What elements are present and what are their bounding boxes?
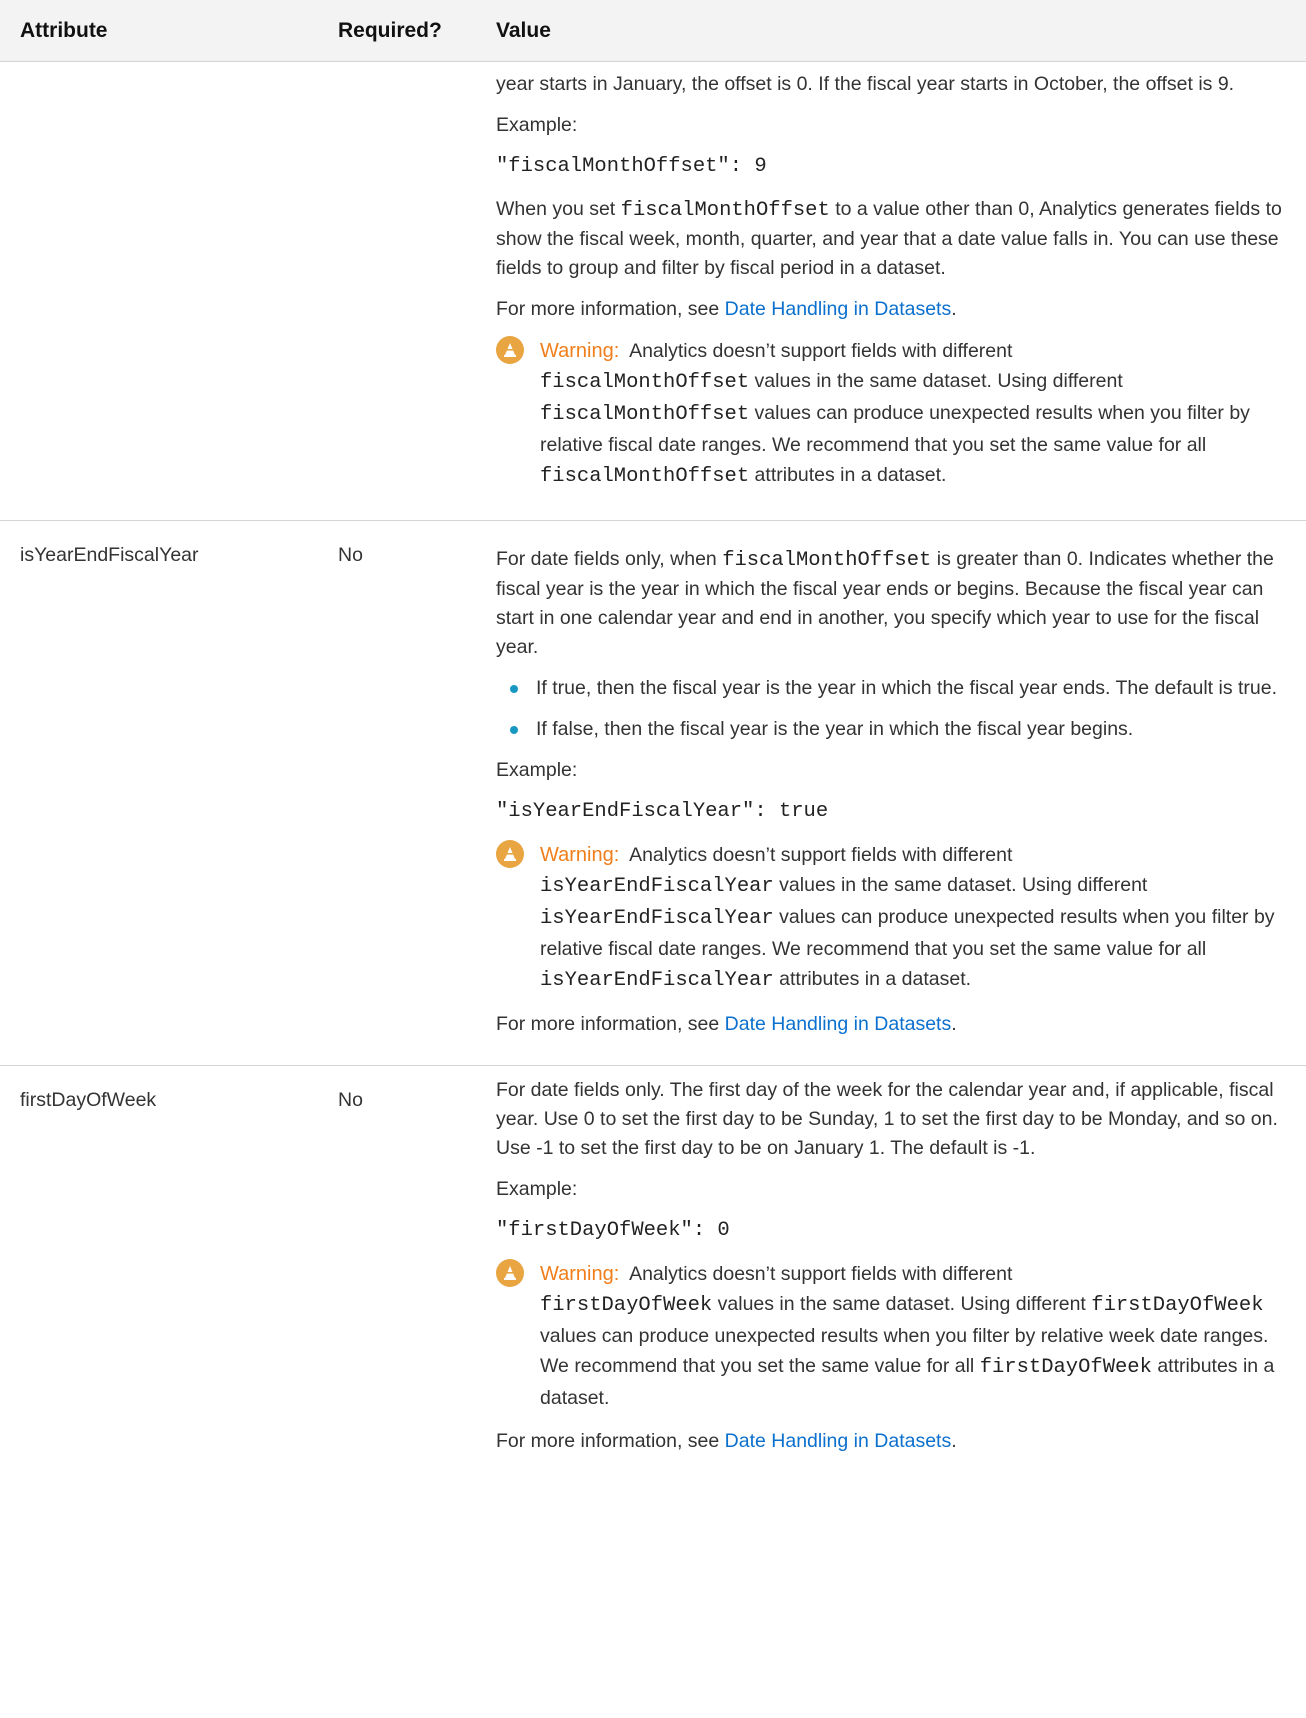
table-row: isYearEndFiscalYear No For date fields o… bbox=[0, 520, 1306, 1066]
bullet-dot-icon bbox=[510, 685, 518, 693]
date-handling-link[interactable]: Date Handling in Datasets bbox=[725, 298, 952, 320]
code-example: "isYearEndFiscalYear": true bbox=[496, 800, 829, 823]
warning-text: attributes in a dataset. bbox=[749, 464, 947, 486]
text: . bbox=[951, 1013, 957, 1035]
text: . bbox=[951, 1430, 957, 1452]
inline-code: fiscalMonthOffset bbox=[540, 371, 750, 394]
text: . bbox=[951, 298, 957, 320]
warning-cone-icon bbox=[496, 840, 524, 868]
table-header-row: Attribute Required? Value bbox=[0, 0, 1306, 62]
attribute-name: isYearEndFiscalYear bbox=[0, 520, 338, 1066]
example-label: Example: bbox=[496, 1178, 578, 1200]
value-cell: For date fields only, when fiscalMonthOf… bbox=[485, 520, 1306, 1066]
warning-text: values in the same dataset. Using differ… bbox=[712, 1293, 1086, 1315]
warning-label: Warning: bbox=[540, 1263, 620, 1285]
description: For date fields only, when fiscalMonthOf… bbox=[496, 545, 1288, 662]
text: For more information, see bbox=[496, 298, 725, 320]
list-item: If true, then the fiscal year is the yea… bbox=[496, 674, 1288, 703]
warning-text: attributes in a dataset. bbox=[773, 968, 972, 990]
code-example: "fiscalMonthOffset": 9 bbox=[496, 155, 767, 178]
warning-text: Analytics doesn’t support fields with di… bbox=[629, 340, 1013, 362]
attribute-name: firstDayOfWeek bbox=[20, 1089, 157, 1111]
inline-code: firstDayOfWeek bbox=[979, 1356, 1152, 1379]
warning-text: values in the same dataset. Using differ… bbox=[773, 874, 1148, 896]
inline-code: isYearEndFiscalYear bbox=[540, 969, 774, 992]
attribute-table: Attribute Required? Value year starts in… bbox=[0, 0, 1306, 1482]
date-handling-link[interactable]: Date Handling in Datasets bbox=[725, 1430, 952, 1452]
text: For more information, see bbox=[496, 1013, 725, 1035]
text: If true, then the fiscal year is the yea… bbox=[536, 677, 1278, 699]
more-info: For more information, see Date Handling … bbox=[496, 295, 1288, 324]
description: For date fields only. The first day of t… bbox=[496, 1079, 1278, 1159]
inline-code: isYearEndFiscalYear bbox=[540, 907, 774, 930]
bullet-dot-icon bbox=[510, 726, 518, 734]
warning-callout: Warning: Analytics doesn’t support field… bbox=[496, 840, 1288, 996]
value-cell: year starts in January, the offset is 0.… bbox=[485, 61, 1306, 521]
text: For date fields only, when bbox=[496, 548, 723, 570]
inline-code: fiscalMonthOffset bbox=[722, 549, 932, 572]
header-attribute: Attribute bbox=[0, 0, 338, 62]
inline-code: isYearEndFiscalYear bbox=[540, 875, 774, 898]
more-info: For more information, see Date Handling … bbox=[496, 1010, 1288, 1039]
warning-text: Analytics doesn’t support fields with di… bbox=[629, 844, 1013, 866]
bullet-list: If true, then the fiscal year is the yea… bbox=[496, 674, 1288, 744]
list-item: If false, then the fiscal year is the ye… bbox=[496, 715, 1288, 744]
warning-label: Warning: bbox=[540, 844, 620, 866]
inline-code: firstDayOfWeek bbox=[1091, 1294, 1264, 1317]
continuation-text: year starts in January, the offset is 0.… bbox=[496, 73, 1235, 95]
text: For more information, see bbox=[496, 1430, 725, 1452]
warning-body: Warning: Analytics doesn’t support field… bbox=[540, 1259, 1288, 1413]
text: If false, then the fiscal year is the ye… bbox=[536, 718, 1134, 740]
warning-body: Warning: Analytics doesn’t support field… bbox=[540, 840, 1288, 996]
header-required: Required? bbox=[338, 0, 485, 62]
attribute-cell bbox=[0, 61, 338, 521]
warning-callout: Warning: Analytics doesn’t support field… bbox=[496, 336, 1288, 492]
more-info: For more information, see Date Handling … bbox=[496, 1427, 1288, 1456]
table-row: year starts in January, the offset is 0.… bbox=[0, 61, 1306, 521]
warning-cone-icon bbox=[496, 336, 524, 364]
required-value: No bbox=[338, 520, 485, 1066]
value-cell: For date fields only. The first day of t… bbox=[485, 1066, 1306, 1483]
inline-code: firstDayOfWeek bbox=[540, 1294, 713, 1317]
warning-cone-icon bbox=[496, 1259, 524, 1287]
warning-text: Analytics doesn’t support fields with di… bbox=[629, 1263, 1013, 1285]
code-example: "firstDayOfWeek": 0 bbox=[496, 1219, 730, 1242]
inline-code: fiscalMonthOffset bbox=[540, 465, 750, 488]
inline-code: fiscalMonthOffset bbox=[540, 403, 750, 426]
required-value: No bbox=[338, 1089, 363, 1111]
table-row: firstDayOfWeek No For date fields only. … bbox=[0, 1066, 1306, 1483]
example-label: Example: bbox=[496, 759, 578, 781]
warning-text: values in the same dataset. Using differ… bbox=[749, 370, 1123, 392]
description: When you set fiscalMonthOffset to a valu… bbox=[496, 195, 1288, 283]
required-cell bbox=[338, 61, 485, 521]
inline-code: fiscalMonthOffset bbox=[620, 199, 830, 222]
text: When you set bbox=[496, 198, 621, 220]
example-label: Example: bbox=[496, 114, 578, 136]
date-handling-link[interactable]: Date Handling in Datasets bbox=[725, 1013, 952, 1035]
warning-body: Warning: Analytics doesn’t support field… bbox=[540, 336, 1288, 492]
warning-label: Warning: bbox=[540, 340, 620, 362]
doc-page: Attribute Required? Value year starts in… bbox=[0, 0, 1306, 1718]
header-value: Value bbox=[485, 0, 1306, 62]
warning-callout: Warning: Analytics doesn’t support field… bbox=[496, 1259, 1288, 1413]
